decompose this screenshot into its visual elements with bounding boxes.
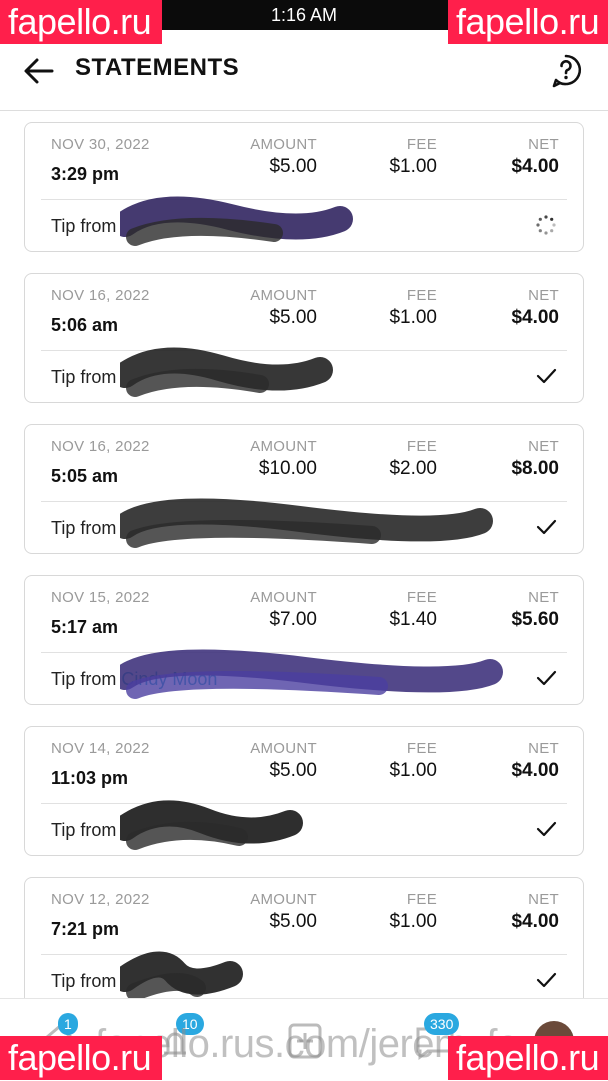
statement-card[interactable]: NOV 12, 2022 7:21 pm AMOUNT $5.00 FEE $1.00 NE… [24,877,584,1007]
fee-value: $1.00 [389,760,437,781]
card-divider [41,350,567,351]
amount-value: $10.00 [258,458,317,479]
tip-from-text: Tip from Cindy Moon [51,669,217,690]
fee-value: $1.00 [389,156,437,177]
net-label: NET [528,589,559,606]
net-value: $4.00 [511,760,559,781]
tip-from-label: Tip from [51,518,117,538]
tip-from-label: Tip from [51,820,117,840]
amount-label: AMOUNT [250,438,317,455]
status-time: 1:16 AM [270,4,338,25]
statement-card[interactable]: NOV 16, 2022 5:06 am AMOUNT $5.00 FEE $1.00 NE… [24,273,584,403]
tip-from-label: Tip from [51,216,117,236]
statement-card[interactable]: NOV 30, 2022 3:29 pm AMOUNT $5.00 FEE $1.00 NE… [24,122,584,252]
statement-date: NOV 12, 2022 [51,891,150,908]
amount-value: $5.00 [269,156,317,177]
net-value: $4.00 [511,307,559,328]
amount-value: $5.00 [269,911,317,932]
card-divider [41,954,567,955]
net-value: $4.00 [511,911,559,932]
amount-value: $5.00 [269,307,317,328]
card-divider [41,199,567,200]
tip-from-text: Tip from [51,518,116,539]
tip-from-label: Tip from [51,367,117,387]
net-label: NET [528,136,559,153]
amount-label: AMOUNT [250,287,317,304]
tip-from-text: Tip from [51,216,116,237]
statement-time: 5:17 am [51,617,119,637]
statement-card[interactable]: NOV 15, 2022 5:17 am AMOUNT $7.00 FEE $1.40 NE… [24,575,584,705]
watermark-top-left: fapello.ru [0,0,162,44]
fee-value: $2.00 [389,458,437,479]
net-label: NET [528,740,559,757]
help-icon [552,54,582,88]
amount-value: $7.00 [269,609,317,630]
home-badge: 1 [58,1013,78,1035]
amount-label: AMOUNT [250,589,317,606]
checkmark-icon [536,670,557,686]
statement-date: NOV 14, 2022 [51,740,150,757]
card-divider [41,501,567,502]
fee-label: FEE [406,589,437,606]
fee-value: $1.00 [389,911,437,932]
tip-from-text: Tip from [51,971,116,992]
fee-label: FEE [406,136,437,153]
statement-list: NOV 30, 2022 3:29 pm AMOUNT $5.00 FEE $1.00 NE… [24,122,584,1028]
amount-label: AMOUNT [250,136,317,153]
fee-label: FEE [406,891,437,908]
card-divider [41,652,567,653]
fee-label: FEE [406,287,437,304]
statement-time: 7:21 pm [51,919,120,939]
net-value: $5.60 [511,609,559,630]
net-label: NET [528,891,559,908]
net-value: $4.00 [511,156,559,177]
tip-from-label: Tip from [51,669,117,689]
net-label: NET [528,287,559,304]
amount-label: AMOUNT [250,891,317,908]
checkmark-icon [536,519,557,535]
arrow-left-icon [24,58,54,84]
statement-time: 5:05 am [51,466,119,486]
pending-spinner-icon [536,215,556,235]
statement-date: NOV 16, 2022 [51,438,150,455]
card-divider [41,803,567,804]
statement-date: NOV 30, 2022 [51,136,150,153]
page-title: STATEMENTS [75,54,240,81]
checkmark-icon [536,368,557,384]
statement-date: NOV 15, 2022 [51,589,150,606]
statement-time: 5:06 am [51,315,119,335]
amount-value: $5.00 [269,760,317,781]
statement-time: 3:29 pm [51,164,120,184]
back-button[interactable] [22,56,56,86]
fee-label: FEE [406,438,437,455]
fee-label: FEE [406,740,437,757]
tipper-name[interactable]: Cindy Moon [121,669,217,689]
statement-time: 11:03 pm [51,768,129,788]
watermark-top-right: fapello.ru [448,0,608,44]
checkmark-icon [536,821,557,837]
statement-card[interactable]: NOV 16, 2022 5:05 am AMOUNT $10.00 FEE $2.00 N… [24,424,584,554]
amount-label: AMOUNT [250,740,317,757]
tip-from-label: Tip from [51,971,117,991]
net-label: NET [528,438,559,455]
tip-from-text: Tip from [51,820,116,841]
checkmark-icon [536,972,557,988]
help-button[interactable] [550,54,582,88]
watermark-bottom-right: fapello.ru [448,1036,608,1080]
tip-from-text: Tip from [51,367,116,388]
net-value: $8.00 [511,458,559,479]
statement-card[interactable]: NOV 14, 2022 11:03 pm AMOUNT $5.00 FEE $1.00 N… [24,726,584,856]
fee-value: $1.00 [389,307,437,328]
fee-value: $1.40 [389,609,437,630]
watermark-bottom-left: fapello.ru [0,1036,162,1080]
statement-date: NOV 16, 2022 [51,287,150,304]
